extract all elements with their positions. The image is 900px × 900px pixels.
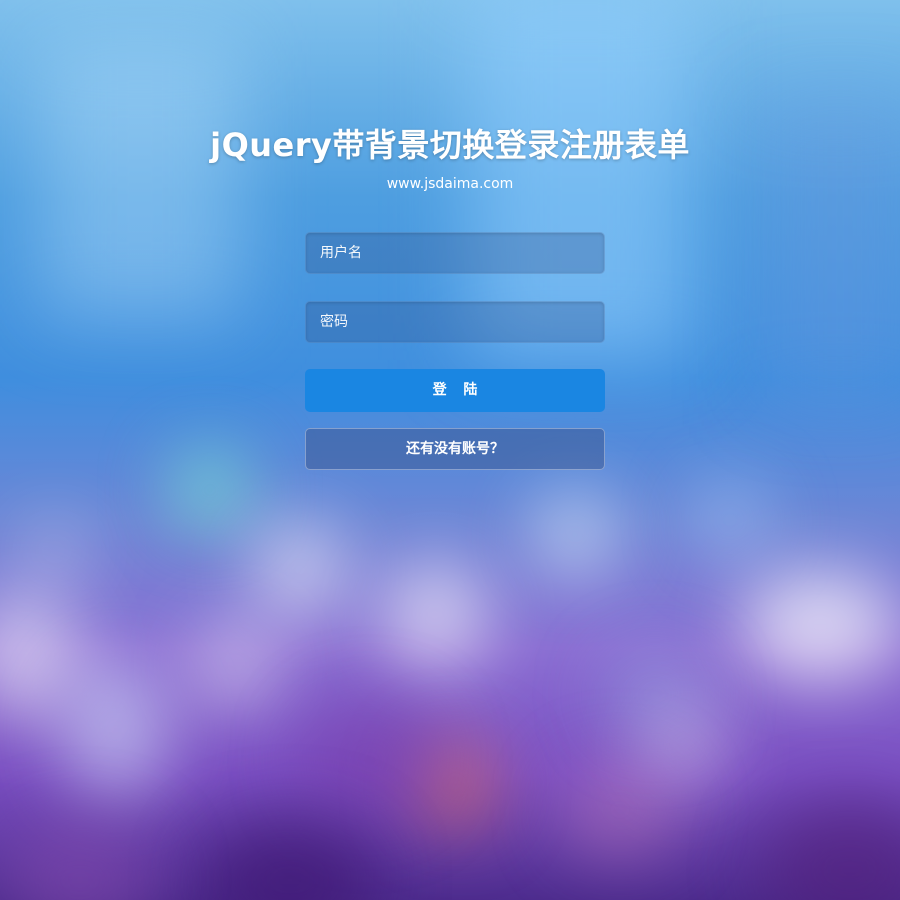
page-title: jQuery带背景切换登录注册表单 (210, 126, 690, 164)
login-page: jQuery带背景切换登录注册表单 www.jsdaima.com 登 陆 还有… (0, 0, 900, 900)
username-input[interactable] (305, 232, 605, 274)
register-link-button[interactable]: 还有没有账号？ (305, 428, 605, 470)
password-input[interactable] (305, 301, 605, 343)
login-button[interactable]: 登 陆 (305, 369, 605, 412)
site-url: www.jsdaima.com (386, 176, 514, 192)
